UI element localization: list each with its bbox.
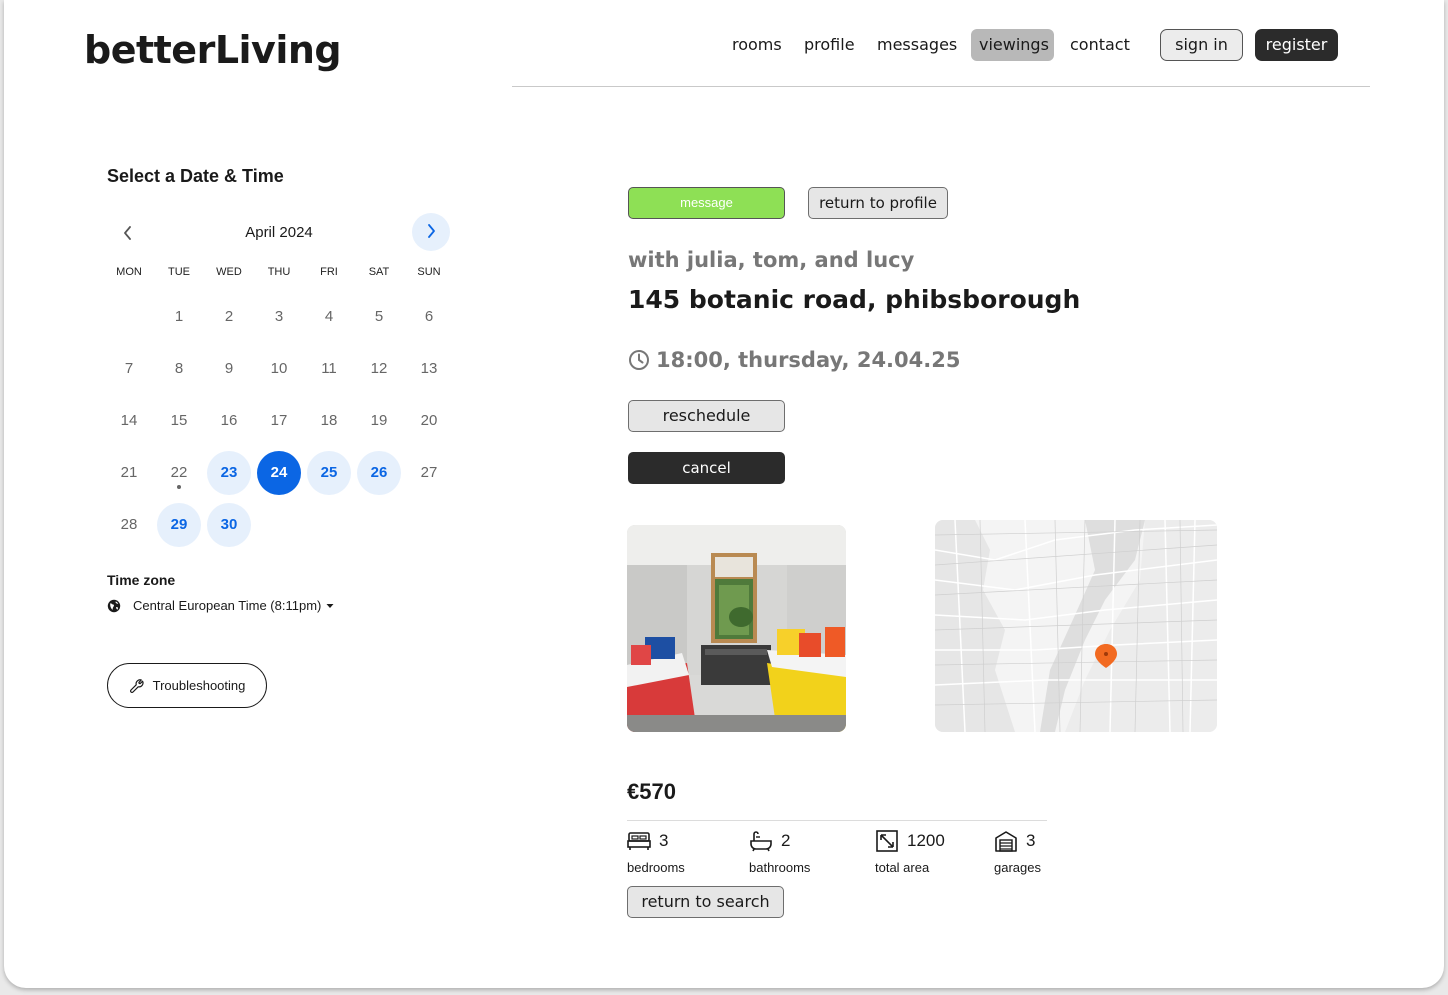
- troubleshooting-label: Troubleshooting: [152, 678, 246, 693]
- calendar-day: 11: [321, 360, 337, 377]
- calendar-day: 16: [220, 412, 238, 429]
- calendar-day: 18: [320, 412, 338, 429]
- calendar-day: 12: [370, 360, 388, 377]
- calendar-day: 5: [374, 308, 384, 325]
- area-icon: [876, 830, 898, 852]
- bathrooms-label: bathrooms: [749, 860, 811, 875]
- calendar-day: 20: [420, 412, 438, 429]
- calendar-month-label: April 2024: [245, 224, 313, 241]
- weekday-label: THU: [267, 266, 291, 278]
- calendar-day[interactable]: 26: [357, 451, 401, 495]
- timezone-value: Central European Time (8:11pm): [133, 598, 322, 613]
- garages-label: garages: [994, 860, 1041, 875]
- bedrooms-label: bedrooms: [627, 860, 685, 875]
- bedrooms-value: 3: [659, 831, 669, 850]
- cancel-button[interactable]: cancel: [628, 452, 785, 484]
- chevron-right-icon: [428, 224, 435, 238]
- return-to-search-button[interactable]: return to search: [627, 886, 784, 918]
- weekday-label: FRI: [320, 266, 338, 278]
- viewing-participants: with julia, tom, and lucy: [628, 248, 915, 272]
- prev-month-button[interactable]: [110, 215, 146, 251]
- feature-total-area: 1200 total area: [875, 828, 945, 875]
- nav-viewings[interactable]: viewings: [971, 29, 1054, 61]
- timezone-selector[interactable]: Central European Time (8:11pm): [107, 598, 346, 613]
- weekday-label: SAT: [368, 266, 390, 278]
- weekday-label: SUN: [417, 266, 441, 278]
- calendar-day: 3: [274, 308, 284, 325]
- wrench-icon: [129, 678, 144, 693]
- globe-icon: [107, 599, 121, 612]
- garage-icon: [995, 831, 1017, 852]
- calendar-day: 15: [170, 412, 188, 429]
- calendar-day[interactable]: 25: [307, 451, 351, 495]
- top-nav: rooms profile messages viewings contact …: [4, 29, 1444, 61]
- viewing-time: 18:00, thursday, 24.04.25: [628, 348, 960, 372]
- bathtub-icon: [750, 831, 772, 852]
- price-divider: [627, 820, 1047, 821]
- timezone-title: Time zone: [107, 572, 176, 588]
- caret-down-icon: [326, 603, 334, 608]
- nav-profile[interactable]: profile: [796, 29, 863, 61]
- next-month-button[interactable]: [412, 213, 450, 251]
- calendar-day: 28: [120, 516, 138, 533]
- bathrooms-value: 2: [781, 831, 791, 850]
- total-area-value: 1200: [907, 831, 945, 850]
- page-frame: betterLiving rooms profile messages view…: [4, 0, 1444, 988]
- calendar-day[interactable]: 23: [207, 451, 251, 495]
- calendar-day[interactable]: 29: [157, 503, 201, 547]
- bed-icon: [627, 832, 651, 850]
- register-button[interactable]: register: [1255, 29, 1338, 61]
- calendar-day: 4: [324, 308, 334, 325]
- calendar-day: 7: [124, 360, 134, 377]
- troubleshooting-button[interactable]: Troubleshooting: [107, 663, 267, 708]
- calendar-day: 10: [270, 360, 288, 377]
- weekday-label: WED: [216, 266, 242, 278]
- calendar-day: 21: [120, 464, 138, 481]
- feature-garages: 3 garages: [994, 828, 1041, 875]
- total-area-label: total area: [875, 860, 930, 875]
- calendar-day: 13: [420, 360, 438, 377]
- viewing-time-text: 18:00, thursday, 24.04.25: [656, 348, 961, 372]
- weekday-label: MON: [116, 266, 142, 278]
- calendar-day: 8: [174, 360, 184, 377]
- room-photo[interactable]: [627, 525, 846, 732]
- calendar-title: Select a Date & Time: [107, 166, 284, 186]
- calendar-day: 17: [270, 412, 288, 429]
- message-button[interactable]: message: [628, 187, 785, 219]
- price: €570: [627, 779, 676, 804]
- nav-contact[interactable]: contact: [1062, 29, 1138, 61]
- calendar-day: 14: [120, 412, 138, 429]
- calendar-day: 9: [224, 360, 234, 377]
- calendar-day[interactable]: 30: [207, 503, 251, 547]
- today-indicator-dot: [177, 485, 181, 489]
- feature-bedrooms: 3 bedrooms: [627, 828, 685, 875]
- calendar-day: 19: [370, 412, 388, 429]
- calendar-day-selected[interactable]: 24: [257, 451, 301, 495]
- calendar-day: 27: [420, 464, 438, 481]
- viewing-address: 145 botanic road, phibsborough: [628, 285, 1081, 314]
- header-divider: [512, 86, 1370, 87]
- return-to-profile-button[interactable]: return to profile: [808, 187, 948, 219]
- calendar-day: 1: [174, 308, 184, 325]
- weekday-label: TUE: [168, 266, 190, 278]
- calendar-day: 6: [424, 308, 434, 325]
- clock-icon: [629, 350, 649, 370]
- garages-value: 3: [1026, 831, 1036, 850]
- sign-in-button[interactable]: sign in: [1160, 29, 1243, 61]
- calendar-day: 2: [224, 308, 234, 325]
- feature-bathrooms: 2 bathrooms: [749, 828, 810, 875]
- location-map[interactable]: [935, 520, 1217, 732]
- reschedule-button[interactable]: reschedule: [628, 400, 785, 432]
- chevron-left-icon: [124, 226, 131, 240]
- nav-messages[interactable]: messages: [869, 29, 965, 61]
- nav-rooms[interactable]: rooms: [724, 29, 790, 61]
